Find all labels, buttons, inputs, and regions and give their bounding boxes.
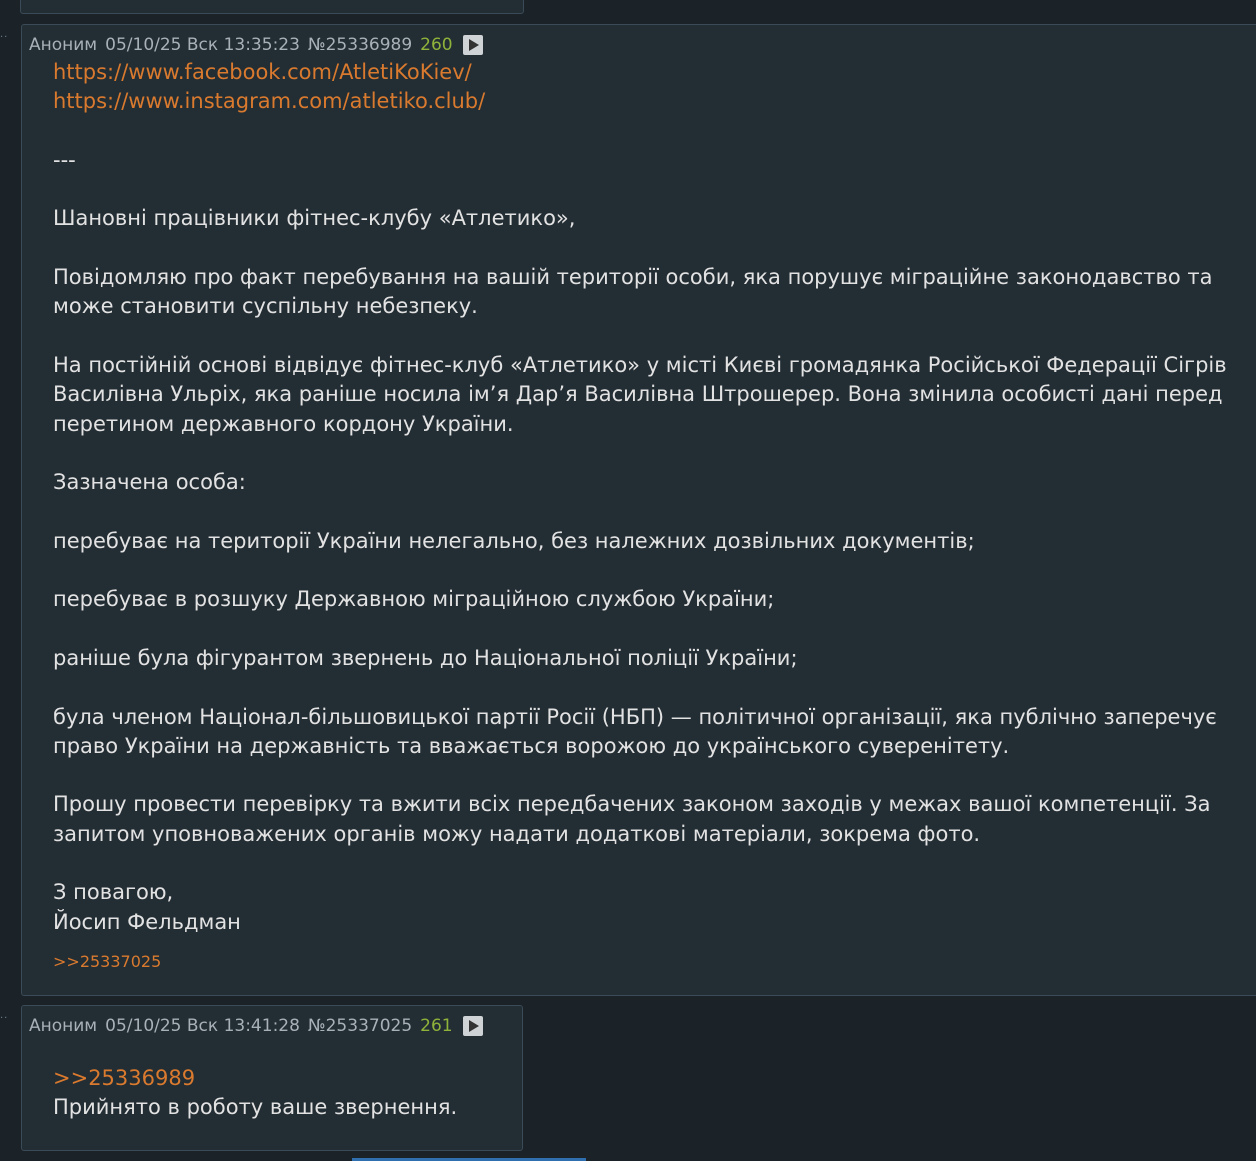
- list-item: перебуває на території України нелегальн…: [53, 528, 975, 553]
- paragraph: На постійній основі відвідує фітнес-клуб…: [53, 352, 1227, 436]
- post-author: Аноним: [29, 35, 98, 55]
- post-date: 05/10/25 Вск 13:35:23: [105, 35, 300, 55]
- signature-line: З повагою,: [53, 880, 174, 905]
- post-header: Аноним 05/10/25 Вск 13:41:28 №25337025 2…: [29, 1016, 491, 1036]
- post-body: https://www.facebook.com/AtletiKoKiev/ h…: [53, 58, 1256, 976]
- facebook-link[interactable]: https://www.facebook.com/AtletiKoKiev/: [53, 58, 1256, 87]
- post: Аноним 05/10/25 Вск 13:35:23 №25336989 2…: [21, 24, 1256, 996]
- post-count: 261: [420, 1016, 453, 1036]
- list-item: була членом Націонал-більшовицької парті…: [53, 704, 1217, 758]
- signature-name: Йосип Фельдман: [53, 909, 241, 934]
- paragraph: Прошу провести перевірку та вжити всіх п…: [53, 792, 1211, 846]
- play-icon[interactable]: [462, 1016, 483, 1036]
- greeting: Шановні працівники фітнес-клубу «Атлетик…: [53, 206, 576, 231]
- post: Аноним 05/10/25 Вск 13:41:28 №25337025 2…: [21, 1005, 523, 1151]
- reply-backlink[interactable]: >>25337025: [53, 947, 1256, 976]
- list-item: перебуває в розшуку Державною міграційно…: [53, 587, 775, 612]
- post-text: Прийнято в роботу ваше звернення.: [53, 1095, 458, 1120]
- instagram-link[interactable]: https://www.instagram.com/atletiko.club/: [53, 87, 1256, 116]
- post-header: Аноним 05/10/25 Вск 13:35:23 №25336989 2…: [29, 35, 491, 55]
- post-body: >>25336989 Прийнято в роботу ваше зверне…: [53, 1064, 502, 1123]
- post-number[interactable]: №25336989: [308, 35, 412, 55]
- post-author: Аноним: [29, 1016, 98, 1036]
- post-count: 260: [420, 35, 453, 55]
- post-date: 05/10/25 Вск 13:41:28: [105, 1016, 300, 1036]
- separator: ---: [53, 147, 76, 172]
- play-icon[interactable]: [462, 35, 483, 55]
- previous-post-edge: [20, 0, 524, 14]
- reply-link[interactable]: >>25336989: [53, 1064, 502, 1093]
- post-menu-dots-icon[interactable]: ··: [0, 1014, 14, 1024]
- post-number[interactable]: №25337025: [308, 1016, 412, 1036]
- paragraph: Зазначена особа:: [53, 470, 246, 495]
- list-item: раніше була фігурантом звернень до Націо…: [53, 645, 798, 670]
- post-menu-dots-icon[interactable]: ··: [0, 33, 14, 43]
- paragraph: Повідомляю про факт перебування на вашій…: [53, 265, 1213, 319]
